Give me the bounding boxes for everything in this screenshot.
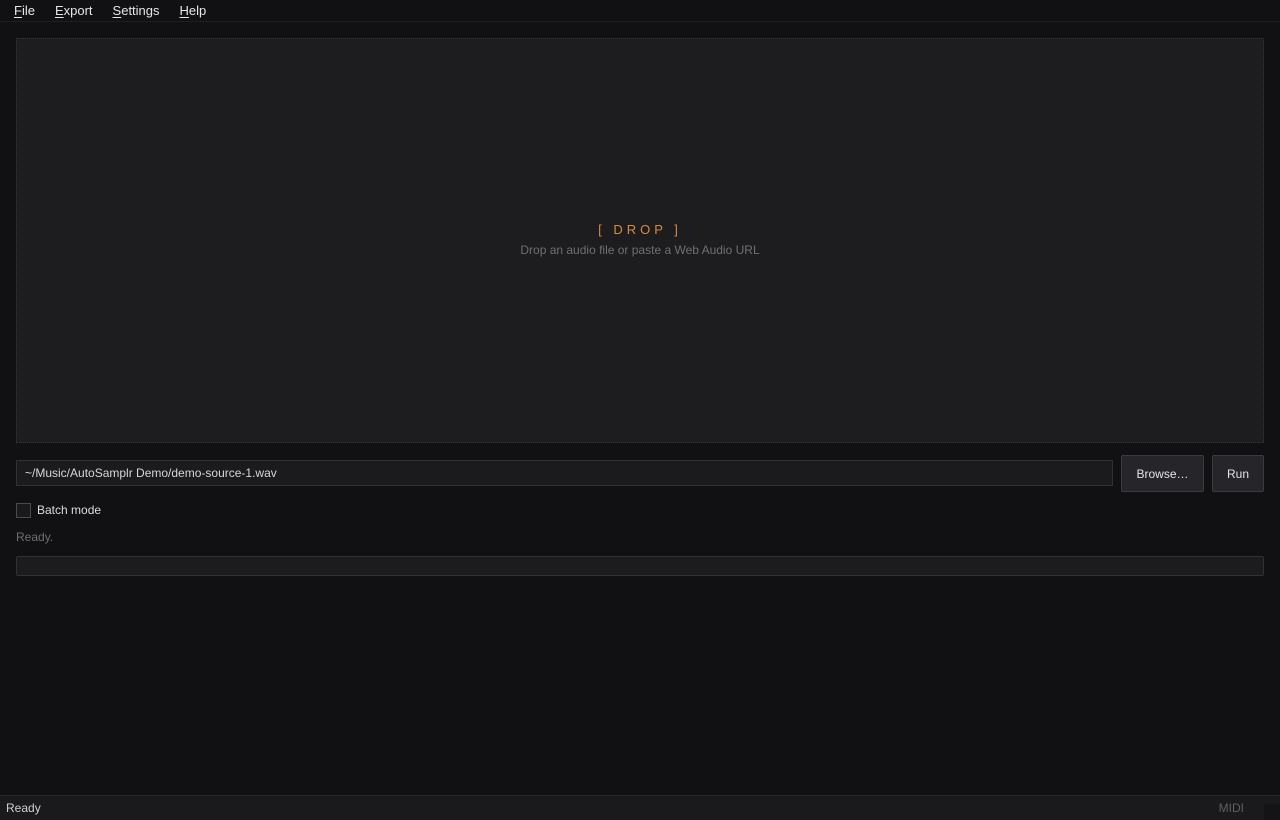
menu-export-mnemonic: E (54, 2, 64, 18)
batch-mode-row[interactable]: Batch mode (16, 502, 101, 518)
status-bar: Ready MIDI (0, 795, 1280, 820)
menu-export-rest: xport (63, 2, 93, 18)
resize-grip-icon[interactable] (1264, 804, 1280, 820)
menu-file-mnemonic: F (14, 2, 22, 18)
statusbar-ready-text: Ready (6, 801, 41, 815)
file-path-input[interactable] (16, 460, 1113, 486)
browse-button[interactable]: Browse… (1121, 455, 1204, 492)
audio-drop-zone[interactable]: [ DROP ] Drop an audio file or paste a W… (16, 38, 1264, 443)
menu-settings-mnemonic: S (112, 2, 122, 18)
menu-file-rest: ile (21, 2, 35, 18)
menu-help[interactable]: Help (170, 0, 217, 22)
drop-title: [ DROP ] (598, 222, 682, 237)
batch-mode-checkbox[interactable] (16, 502, 31, 518)
midi-indicator: MIDI (1218, 801, 1244, 815)
menu-help-rest: elp (188, 2, 207, 18)
menu-settings-rest: ettings (121, 2, 160, 18)
status-message: Ready. (16, 530, 54, 544)
run-button[interactable]: Run (1212, 455, 1264, 492)
drop-hint: Drop an audio file or paste a Web Audio … (520, 243, 760, 257)
menu-export[interactable]: Export (45, 0, 103, 22)
progress-bar (16, 556, 1264, 576)
menu-bar: File Export Settings Help (0, 0, 1280, 22)
menu-file[interactable]: File (4, 0, 45, 22)
menu-help-mnemonic: H (179, 2, 189, 18)
batch-mode-label: Batch mode (37, 503, 102, 517)
menu-settings[interactable]: Settings (103, 0, 170, 22)
